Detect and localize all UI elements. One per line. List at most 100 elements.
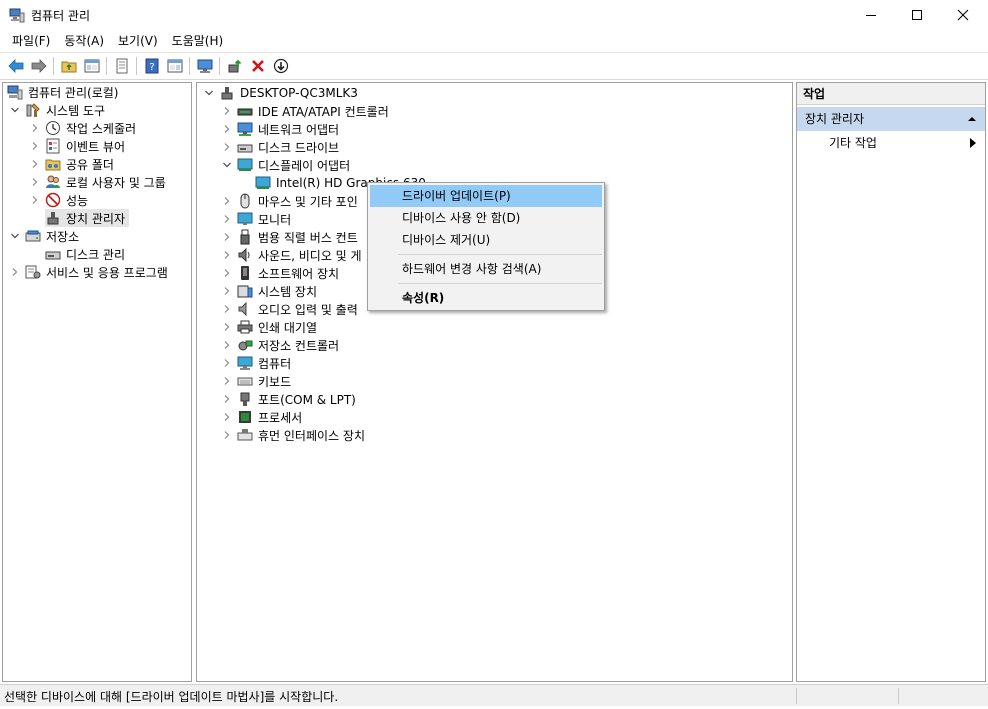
device-category-hid[interactable]: 휴먼 인터페이스 장치	[221, 426, 365, 444]
chevron-down-icon[interactable]	[9, 104, 21, 116]
status-text: 선택한 디바이스에 대해 [드라이버 업데이트 마법사]를 시작합니다.	[4, 690, 339, 704]
usb-icon	[237, 229, 253, 245]
tree-item-local-users[interactable]: 로컬 사용자 및 그룹	[29, 173, 166, 191]
device-category-audio-io[interactable]: 오디오 입력 및 출력	[221, 300, 358, 318]
chevron-right-icon[interactable]	[29, 194, 41, 206]
tree-item-storage[interactable]: 저장소	[9, 227, 79, 245]
chevron-right-icon[interactable]	[221, 321, 233, 333]
more-actions-item[interactable]: 기타 작업	[797, 133, 985, 153]
uninstall-device-button[interactable]	[246, 55, 269, 77]
update-driver-button[interactable]	[223, 55, 246, 77]
forward-button[interactable]	[27, 55, 50, 77]
device-category-keyboard[interactable]: 키보드	[221, 372, 291, 390]
tree-label: 디스크 관리	[66, 247, 126, 262]
chevron-right-icon[interactable]	[221, 105, 233, 117]
minimize-button[interactable]	[848, 0, 894, 30]
tree-label: 키보드	[258, 374, 292, 389]
tree-item-event-viewer[interactable]: 이벤트 뷰어	[29, 137, 125, 155]
chevron-right-icon[interactable]	[221, 411, 233, 423]
device-category-ports[interactable]: 포트(COM & LPT)	[221, 390, 356, 408]
chevron-down-icon[interactable]	[9, 230, 21, 242]
chevron-right-icon[interactable]	[221, 393, 233, 405]
tree-item-shared-folders[interactable]: 공유 폴더	[29, 155, 114, 173]
chevron-right-icon[interactable]	[29, 176, 41, 188]
enable-device-button[interactable]	[269, 55, 292, 77]
processor-icon	[237, 409, 253, 425]
device-category-monitor[interactable]: 모니터	[221, 210, 291, 228]
tree-item-system-tools[interactable]: 시스템 도구	[9, 101, 105, 119]
ctx-uninstall-device[interactable]: 디바이스 제거(U)	[370, 229, 602, 251]
chevron-right-icon[interactable]	[29, 140, 41, 152]
chevron-right-icon[interactable]	[29, 158, 41, 170]
properties-button[interactable]	[110, 55, 133, 77]
display-adapter-icon	[237, 157, 253, 173]
device-category-processor[interactable]: 프로세서	[221, 408, 302, 426]
ctx-properties[interactable]: 속성(R)	[370, 287, 602, 309]
chevron-right-icon[interactable]	[221, 141, 233, 153]
status-divider	[796, 688, 797, 704]
chevron-right-icon[interactable]	[221, 123, 233, 135]
ctx-update-driver[interactable]: 드라이버 업데이트(P)	[370, 185, 602, 207]
services-icon	[25, 264, 41, 280]
device-category-storage-controller[interactable]: 저장소 컨트롤러	[221, 336, 339, 354]
tree-label: 컴퓨터 관리(로컬)	[28, 85, 119, 100]
console-tree-pane: 컴퓨터 관리(로컬) 시스템 도구 작업 스케줄러 이벤트 뷰어 공유 폴더 로…	[2, 82, 192, 682]
tree-item-task-scheduler[interactable]: 작업 스케줄러	[29, 119, 136, 137]
maximize-button[interactable]	[894, 0, 940, 30]
chevron-right-icon[interactable]	[221, 195, 233, 207]
device-category-system[interactable]: 시스템 장치	[221, 282, 317, 300]
tree-item-performance[interactable]: 성능	[29, 191, 88, 209]
chevron-right-icon[interactable]	[29, 122, 41, 134]
back-button[interactable]	[4, 55, 27, 77]
tree-item-disk-management[interactable]: 디스크 관리	[45, 245, 125, 263]
chevron-right-icon[interactable]	[221, 339, 233, 351]
chevron-right-icon[interactable]	[221, 231, 233, 243]
show-hide-tree-button[interactable]	[80, 55, 103, 77]
tree-label: 서비스 및 응용 프로그램	[46, 265, 168, 280]
chevron-right-icon[interactable]	[221, 429, 233, 441]
chevron-right-icon[interactable]	[221, 267, 233, 279]
ctx-disable-device[interactable]: 디바이스 사용 안 함(D)	[370, 207, 602, 229]
tree-label: 컴퓨터	[258, 356, 292, 371]
tree-item-services-apps[interactable]: 서비스 및 응용 프로그램	[9, 263, 168, 281]
collapse-up-icon[interactable]	[967, 107, 977, 132]
device-category-disk[interactable]: 디스크 드라이브	[221, 138, 339, 156]
svg-text:?: ?	[149, 62, 154, 73]
up-folder-button[interactable]	[57, 55, 80, 77]
toolbar-separator	[219, 57, 220, 75]
chevron-right-icon[interactable]	[9, 266, 21, 278]
chevron-right-icon[interactable]	[221, 357, 233, 369]
help-button[interactable]: ?	[140, 55, 163, 77]
chevron-down-icon[interactable]	[221, 159, 233, 171]
menu-file[interactable]: 파일(F)	[5, 31, 57, 51]
close-button[interactable]	[940, 0, 986, 30]
monitor-button[interactable]	[193, 55, 216, 77]
device-category-network[interactable]: 네트워크 어댑터	[221, 120, 339, 138]
actions-section-device-manager[interactable]: 장치 관리자	[797, 107, 985, 131]
device-category-mouse[interactable]: 마우스 및 기타 포인	[221, 192, 358, 210]
device-category-usb[interactable]: 범용 직렬 버스 컨트	[221, 228, 358, 246]
chevron-right-icon[interactable]	[221, 213, 233, 225]
tree-item-device-manager[interactable]: 장치 관리자	[45, 209, 130, 227]
chevron-right-icon[interactable]	[221, 285, 233, 297]
device-category-display[interactable]: 디스플레이 어댑터	[221, 156, 350, 174]
tree-label: 이벤트 뷰어	[66, 139, 126, 154]
tree-item-computer-management[interactable]: 컴퓨터 관리(로컬)	[7, 83, 118, 101]
device-category-computer[interactable]: 컴퓨터	[221, 354, 291, 372]
device-category-sound[interactable]: 사운드, 비디오 및 게	[221, 246, 362, 264]
menu-action[interactable]: 동작(A)	[57, 31, 111, 51]
menu-help[interactable]: 도움말(H)	[165, 31, 231, 51]
device-category-software[interactable]: 소프트웨어 장치	[221, 264, 339, 282]
system-device-icon	[237, 283, 253, 299]
action-pane-toggle-button[interactable]	[163, 55, 186, 77]
device-tree-root[interactable]: DESKTOP-QC3MLK3	[203, 84, 358, 102]
chevron-down-icon[interactable]	[203, 87, 215, 99]
device-category-ide[interactable]: IDE ATA/ATAPI 컨트롤러	[221, 102, 389, 120]
device-category-print-queue[interactable]: 인쇄 대기열	[221, 318, 317, 336]
chevron-right-icon[interactable]	[221, 375, 233, 387]
ctx-scan-hardware[interactable]: 하드웨어 변경 사항 검색(A)	[370, 258, 602, 280]
menu-view[interactable]: 보기(V)	[111, 31, 165, 51]
display-adapter-icon	[255, 175, 271, 191]
chevron-right-icon[interactable]	[221, 249, 233, 261]
chevron-right-icon[interactable]	[221, 303, 233, 315]
